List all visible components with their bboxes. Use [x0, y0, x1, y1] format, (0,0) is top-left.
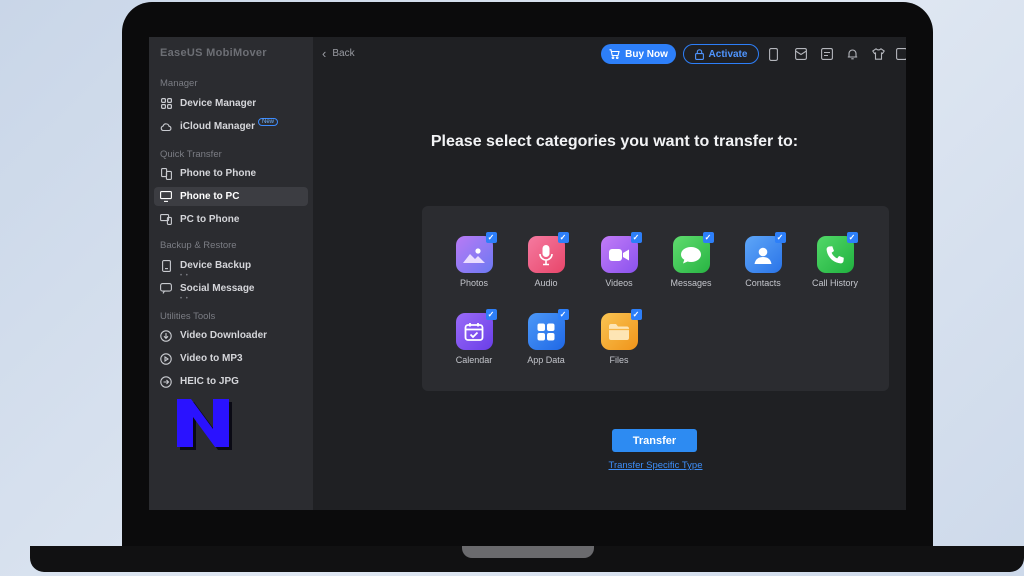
check-icon: ✓: [485, 309, 497, 320]
cloud-icon: [160, 121, 172, 133]
category-files[interactable]: ✓ Files: [583, 309, 655, 365]
cart-icon: [609, 49, 620, 59]
category-calendar[interactable]: ✓ Calendar: [438, 309, 510, 365]
section-backup-restore: Backup & Restore: [160, 240, 237, 251]
shirt-icon[interactable]: [872, 47, 885, 61]
sidebar-item-heic-to-jpg[interactable]: HEIC to JPG: [154, 372, 308, 391]
sidebar-item-video-downloader[interactable]: Video Downloader: [154, 326, 308, 345]
device-backup-icon: [160, 259, 172, 272]
category-label: Photos: [459, 278, 489, 288]
sidebar-item-icloud-manager[interactable]: iCloud Manager New: [154, 117, 308, 136]
audio-icon: ✓: [527, 232, 569, 273]
videos-icon: ✓: [600, 232, 642, 273]
mail-icon[interactable]: [794, 47, 807, 61]
buy-now-button[interactable]: Buy Now: [601, 44, 676, 64]
phone-to-phone-icon: [160, 167, 172, 180]
category-contacts[interactable]: ✓ Contacts: [727, 232, 799, 288]
new-badge: New: [258, 117, 279, 126]
category-photos[interactable]: ✓ Photos: [438, 232, 510, 288]
category-label: Files: [609, 355, 629, 365]
main-content: ‹ Back Buy Now Activate Please select ca…: [313, 37, 906, 510]
category-label: Audio: [534, 278, 558, 288]
category-label: Call History: [811, 278, 858, 288]
messages-icon: ✓: [672, 232, 714, 273]
sidebar-item-social-message[interactable]: Social Message: [154, 279, 308, 298]
sidebar-item-phone-to-pc[interactable]: Phone to PC: [154, 187, 308, 206]
sidebar-item-label: Social Message: [180, 283, 255, 294]
sidebar-item-label: Device Manager: [180, 98, 257, 109]
pc-to-phone-icon: [160, 214, 172, 226]
chevron-left-icon: ‹: [322, 46, 327, 61]
check-icon: ✓: [702, 232, 714, 243]
heic-jpg-icon: [160, 375, 172, 388]
section-quick-transfer: Quick Transfer: [160, 149, 222, 160]
check-icon: ✓: [630, 232, 642, 243]
category-call-history[interactable]: ✓ Call History: [799, 232, 871, 288]
social-message-icon: [160, 283, 172, 295]
phone-to-pc-icon: [160, 191, 172, 203]
files-icon: ✓: [600, 309, 642, 350]
section-utilities-tools: Utilities Tools: [160, 311, 216, 322]
photos-icon: ✓: [455, 232, 497, 273]
sidebar-item-phone-to-phone[interactable]: Phone to Phone: [154, 164, 308, 183]
category-messages[interactable]: ✓ Messages: [655, 232, 727, 288]
back-button[interactable]: ‹ Back: [322, 46, 355, 61]
check-icon: ✓: [630, 309, 642, 320]
lock-icon: [694, 48, 704, 60]
transfer-specific-type-link[interactable]: Transfer Specific Type: [563, 460, 748, 471]
category-label: Calendar: [455, 355, 493, 365]
sidebar-item-label: Device Backup: [180, 260, 252, 271]
page-heading: Please select categories you want to tra…: [430, 133, 799, 150]
category-label: Videos: [605, 278, 633, 288]
bell-icon[interactable]: [846, 47, 859, 61]
check-icon: ✓: [557, 232, 569, 243]
activate-button[interactable]: Activate: [683, 44, 759, 64]
device-icon[interactable]: [767, 47, 780, 61]
contacts-icon: ✓: [744, 232, 786, 273]
check-icon: ✓: [485, 232, 497, 243]
sidebar-item-label: Video Downloader: [180, 330, 268, 341]
app-data-icon: ✓: [527, 309, 569, 350]
sub-indicator: • •: [180, 296, 189, 302]
category-panel: ✓ Photos ✓ Audio ✓ Videos ✓ Messages ✓ C…: [422, 206, 889, 391]
sidebar-item-label: Phone to PC: [180, 191, 240, 202]
sidebar-item-device-manager[interactable]: Device Manager: [154, 94, 308, 113]
video-download-icon: [160, 329, 172, 342]
call-history-icon: ✓: [816, 232, 858, 273]
category-videos[interactable]: ✓ Videos: [583, 232, 655, 288]
category-audio[interactable]: ✓ Audio: [510, 232, 582, 288]
section-manager: Manager: [160, 78, 198, 89]
sidebar-item-video-to-mp3[interactable]: Video to MP3: [154, 349, 308, 368]
feedback-icon[interactable]: [820, 47, 833, 61]
category-label: Messages: [670, 278, 712, 288]
sidebar-item-pc-to-phone[interactable]: PC to Phone: [154, 210, 308, 229]
sidebar-item-label: Video to MP3: [180, 353, 243, 364]
app-window: EaseUS MobiMover Manager Device Manager …: [149, 37, 906, 510]
sidebar: EaseUS MobiMover Manager Device Manager …: [149, 37, 313, 510]
back-label: Back: [332, 48, 355, 59]
video-mp3-icon: [160, 352, 172, 365]
check-icon: ✓: [557, 309, 569, 320]
transfer-button[interactable]: Transfer: [612, 429, 697, 452]
sidebar-item-device-backup[interactable]: Device Backup: [154, 256, 308, 275]
sidebar-item-label: Phone to Phone: [180, 168, 257, 179]
app-title: EaseUS MobiMover: [160, 47, 267, 59]
check-icon: ✓: [846, 232, 858, 243]
menu-icon[interactable]: [895, 47, 906, 61]
category-app-data[interactable]: ✓ App Data: [510, 309, 582, 365]
laptop-notch: [462, 546, 594, 558]
calendar-icon: ✓: [455, 309, 497, 350]
category-label: Contacts: [745, 278, 781, 288]
n-logo-overlay: [176, 398, 236, 454]
grid-icon: [160, 98, 172, 110]
sidebar-item-label: HEIC to JPG: [180, 376, 239, 387]
category-label: App Data: [527, 355, 565, 365]
sidebar-item-label: iCloud Manager: [180, 121, 256, 132]
check-icon: ✓: [774, 232, 786, 243]
sidebar-item-label: PC to Phone: [180, 214, 240, 225]
